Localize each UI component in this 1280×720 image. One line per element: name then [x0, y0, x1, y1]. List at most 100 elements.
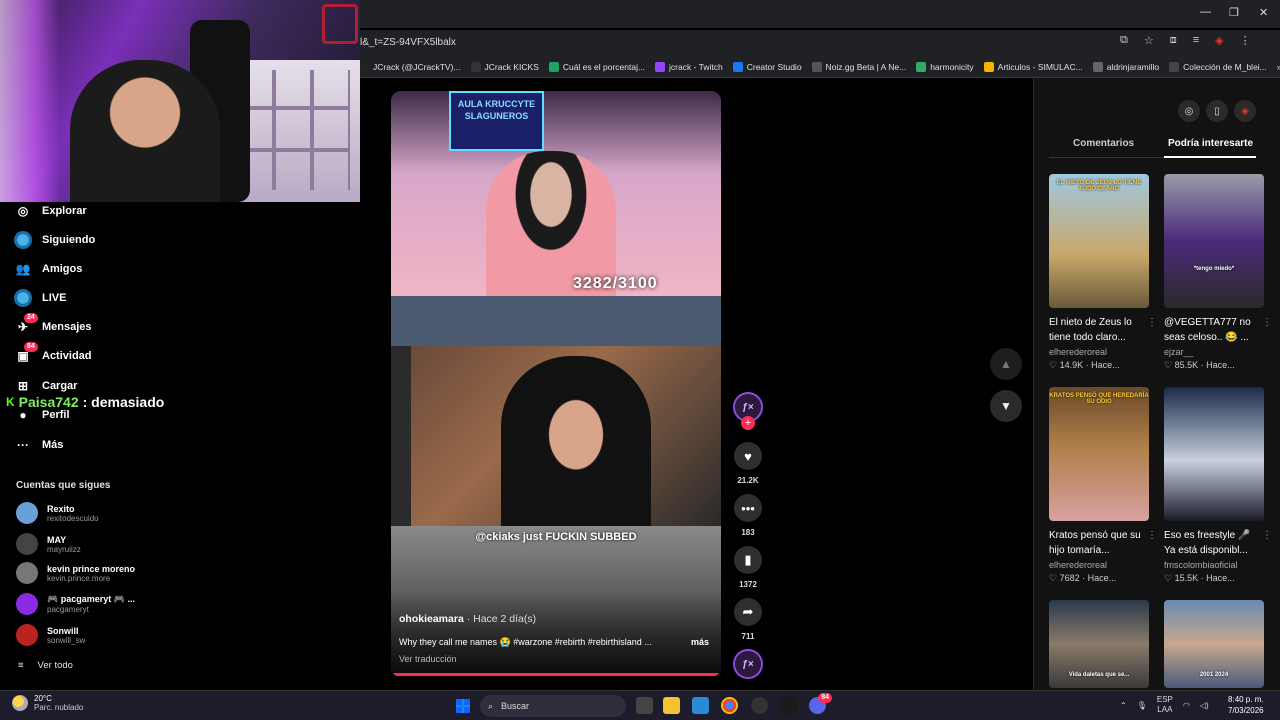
user-avatar-icon[interactable]: ◈ — [1234, 100, 1256, 122]
bookmark-icon[interactable]: ▮ — [734, 546, 762, 574]
card-title[interactable]: @VEGETTA777 no seas celoso.. 😂 ... — [1164, 315, 1264, 345]
recommended-video-card[interactable]: EL NIETO DE ZEUS LO TIENE TODO CLARO El n… — [1049, 174, 1157, 371]
chrome-icon[interactable] — [721, 697, 738, 714]
recommended-video-card[interactable]: 2001 2024 — [1164, 600, 1264, 688]
tab-recommendations[interactable]: Podría interesarte — [1168, 138, 1253, 149]
bookmark-item[interactable]: JCrack (@JCrackTV)... — [359, 61, 461, 72]
video-thumbnail[interactable] — [1164, 387, 1264, 521]
file-explorer-icon[interactable] — [663, 697, 680, 714]
obs-icon[interactable] — [751, 697, 768, 714]
card-title[interactable]: Eso es freestyle 🎤 Ya está disponibl... — [1164, 528, 1264, 558]
clock[interactable]: 8:40 p. m. 7/03/2026 — [1228, 694, 1264, 716]
recommended-video-card[interactable]: Eso es freestyle 🎤 Ya está disponibl... f… — [1164, 387, 1272, 584]
sidebar-item-explorar[interactable]: ◎ Explorar — [14, 202, 87, 220]
followed-account[interactable]: 🎮 pacgameryt 🎮 ... pacgameryt — [16, 593, 135, 615]
video-progress-bar[interactable] — [391, 673, 721, 676]
phone-icon[interactable]: ▯ — [1206, 100, 1228, 122]
author-name[interactable]: ohokieamara — [399, 613, 464, 625]
sidebar-item-más[interactable]: ··· Más — [14, 436, 63, 454]
media-icon[interactable]: ≡ — [1193, 34, 1199, 47]
minimize-button[interactable]: — — [1200, 6, 1211, 18]
share-action[interactable]: ➦ 711 — [733, 598, 763, 641]
taskbar-search[interactable]: ⌕ Buscar — [480, 695, 626, 717]
video-author[interactable]: ohokieamara · Hace 2 día(s) — [399, 613, 536, 625]
card-title[interactable]: Kratos pensó que su hijo tomaría... — [1049, 528, 1149, 558]
bookmark-item[interactable]: Colección de M_blei... — [1169, 61, 1267, 72]
bookmark-item[interactable]: Creator Studio — [732, 61, 802, 72]
browser-menu-icon[interactable]: ⋮ — [1240, 34, 1251, 47]
share-icon[interactable]: ➦ — [734, 598, 762, 626]
video-player[interactable]: AULA KRUCCYTE SLAGUNEROS 3282/3100 @ckia… — [391, 91, 721, 677]
video-thumbnail[interactable]: *tengo miedo* — [1164, 174, 1264, 308]
volume-icon[interactable]: ◁) — [1200, 701, 1209, 710]
bookmark-item[interactable]: Cuál es el porcentaj... — [548, 61, 645, 72]
mic-icon[interactable]: 🎙 — [1137, 701, 1147, 710]
weather-widget[interactable]: 20°C Parc. nublado — [12, 694, 83, 712]
card-title[interactable]: El nieto de Zeus lo tiene todo claro... — [1049, 315, 1149, 345]
recommended-video-card[interactable]: *tengo miedo* @VEGETTA777 no seas celoso.… — [1164, 174, 1272, 371]
terminal-icon[interactable] — [780, 697, 797, 714]
sound-avatar-action[interactable]: ƒ× — [733, 649, 763, 679]
see-all-link[interactable]: ≡ Ver todo — [18, 660, 73, 671]
recommended-video-card[interactable]: Vida daletas que se... — [1049, 600, 1149, 688]
bookmark-item[interactable]: aldrinjaramillo — [1092, 61, 1159, 72]
sidebar-item-siguiendo[interactable]: Siguiendo — [14, 231, 95, 249]
sound-disc-icon[interactable]: ƒ× — [733, 649, 763, 679]
sidebar-item-actividad[interactable]: ▣ 84 Actividad — [14, 342, 92, 365]
chevron-down-icon[interactable]: ▼ — [990, 390, 1022, 422]
comment-icon[interactable]: ••• — [734, 494, 762, 522]
restore-button[interactable]: ❐ — [1229, 6, 1239, 19]
bookmark-item[interactable]: Articulos - SIMULAC... — [983, 61, 1083, 72]
extensions-icon[interactable]: ⧈ — [1170, 34, 1177, 47]
followed-account[interactable]: Rexito rexitodescuido — [16, 502, 99, 524]
bookmark-item[interactable]: harmonicity — [916, 61, 974, 72]
sidebar-item-amigos[interactable]: 👥 Amigos — [14, 260, 83, 278]
translate-link[interactable]: Ver traducción — [399, 654, 457, 664]
lang-indicator[interactable]: ESP LAA — [1157, 695, 1173, 715]
bookmark-star-icon[interactable]: ☆ — [1144, 34, 1154, 47]
video-thumbnail[interactable]: 2001 2024 — [1164, 600, 1264, 688]
followed-account[interactable]: kevin prince moreno kevin.prince.more — [16, 562, 135, 584]
bookmark-item[interactable]: Noiz.gg Beta | A Ne... — [811, 61, 906, 72]
chevron-up-tray-icon[interactable]: ⌃ — [1120, 701, 1127, 710]
card-options-icon[interactable]: ⋮ — [1262, 317, 1272, 328]
cast-icon[interactable]: ⧉ — [1120, 34, 1128, 47]
compass-icon[interactable]: ◎ — [1178, 100, 1200, 122]
followed-account[interactable]: Sonwill sonwill_sw — [16, 624, 85, 646]
heart-icon[interactable]: ♥ — [734, 442, 762, 470]
sidebar-item-live[interactable]: LIVE — [14, 289, 66, 307]
card-options-icon[interactable]: ⋮ — [1262, 530, 1272, 541]
followed-account[interactable]: MAY mayruiizz — [16, 533, 81, 555]
wifi-icon[interactable]: ◠ — [1183, 701, 1190, 710]
sidebar-item-cargar[interactable]: ⊞ Cargar — [14, 377, 78, 395]
task-view-icon[interactable] — [636, 697, 653, 714]
save-action[interactable]: ▮ 1372 — [733, 546, 763, 589]
bookmark-item[interactable]: jcrack - Twitch — [655, 61, 723, 72]
chevron-up-icon[interactable]: ▲ — [990, 348, 1022, 380]
follow-plus-icon[interactable]: + — [741, 416, 755, 430]
close-window-button[interactable]: ✕ — [1259, 6, 1268, 19]
video-thumbnail[interactable]: KRATOS PENSÓ QUE HEREDARÍA SU ODIO — [1049, 387, 1149, 521]
recommended-video-card[interactable]: KRATOS PENSÓ QUE HEREDARÍA SU ODIO Kratos… — [1049, 387, 1157, 584]
tab-comments[interactable]: Comentarios — [1073, 138, 1134, 149]
discord-icon[interactable]: 84 — [809, 693, 832, 714]
profile-avatar-icon[interactable]: ◈ — [1215, 34, 1223, 47]
share-count: 711 — [741, 632, 755, 641]
video-thumbnail[interactable]: EL NIETO DE ZEUS LO TIENE TODO CLARO — [1049, 174, 1149, 308]
windows-start-icon[interactable] — [456, 699, 470, 713]
sidebar-item-mensajes[interactable]: ✈ 24 Mensajes — [14, 313, 92, 336]
bookmark-item[interactable]: JCrack KICKS — [470, 61, 539, 72]
comment-action[interactable]: ••• 183 — [733, 494, 763, 537]
card-author[interactable]: ejzar__ — [1164, 347, 1264, 357]
video-thumbnail[interactable]: Vida daletas que se... — [1049, 600, 1149, 688]
card-author[interactable]: fmscolombiaoficial — [1164, 560, 1264, 570]
card-options-icon[interactable]: ⋮ — [1147, 317, 1157, 328]
card-author[interactable]: elherederoreal — [1049, 347, 1149, 357]
creator-avatar-action[interactable]: ƒ× + — [733, 392, 763, 430]
more-button[interactable]: más — [691, 637, 709, 647]
card-options-icon[interactable]: ⋮ — [1147, 530, 1157, 541]
card-author[interactable]: elherederoreal — [1049, 560, 1149, 570]
like-action[interactable]: ♥ 21.2K — [733, 442, 763, 485]
url-field[interactable]: l&_t=ZS-94VFX5lbalx — [360, 33, 1060, 53]
mail-icon[interactable] — [692, 697, 709, 714]
